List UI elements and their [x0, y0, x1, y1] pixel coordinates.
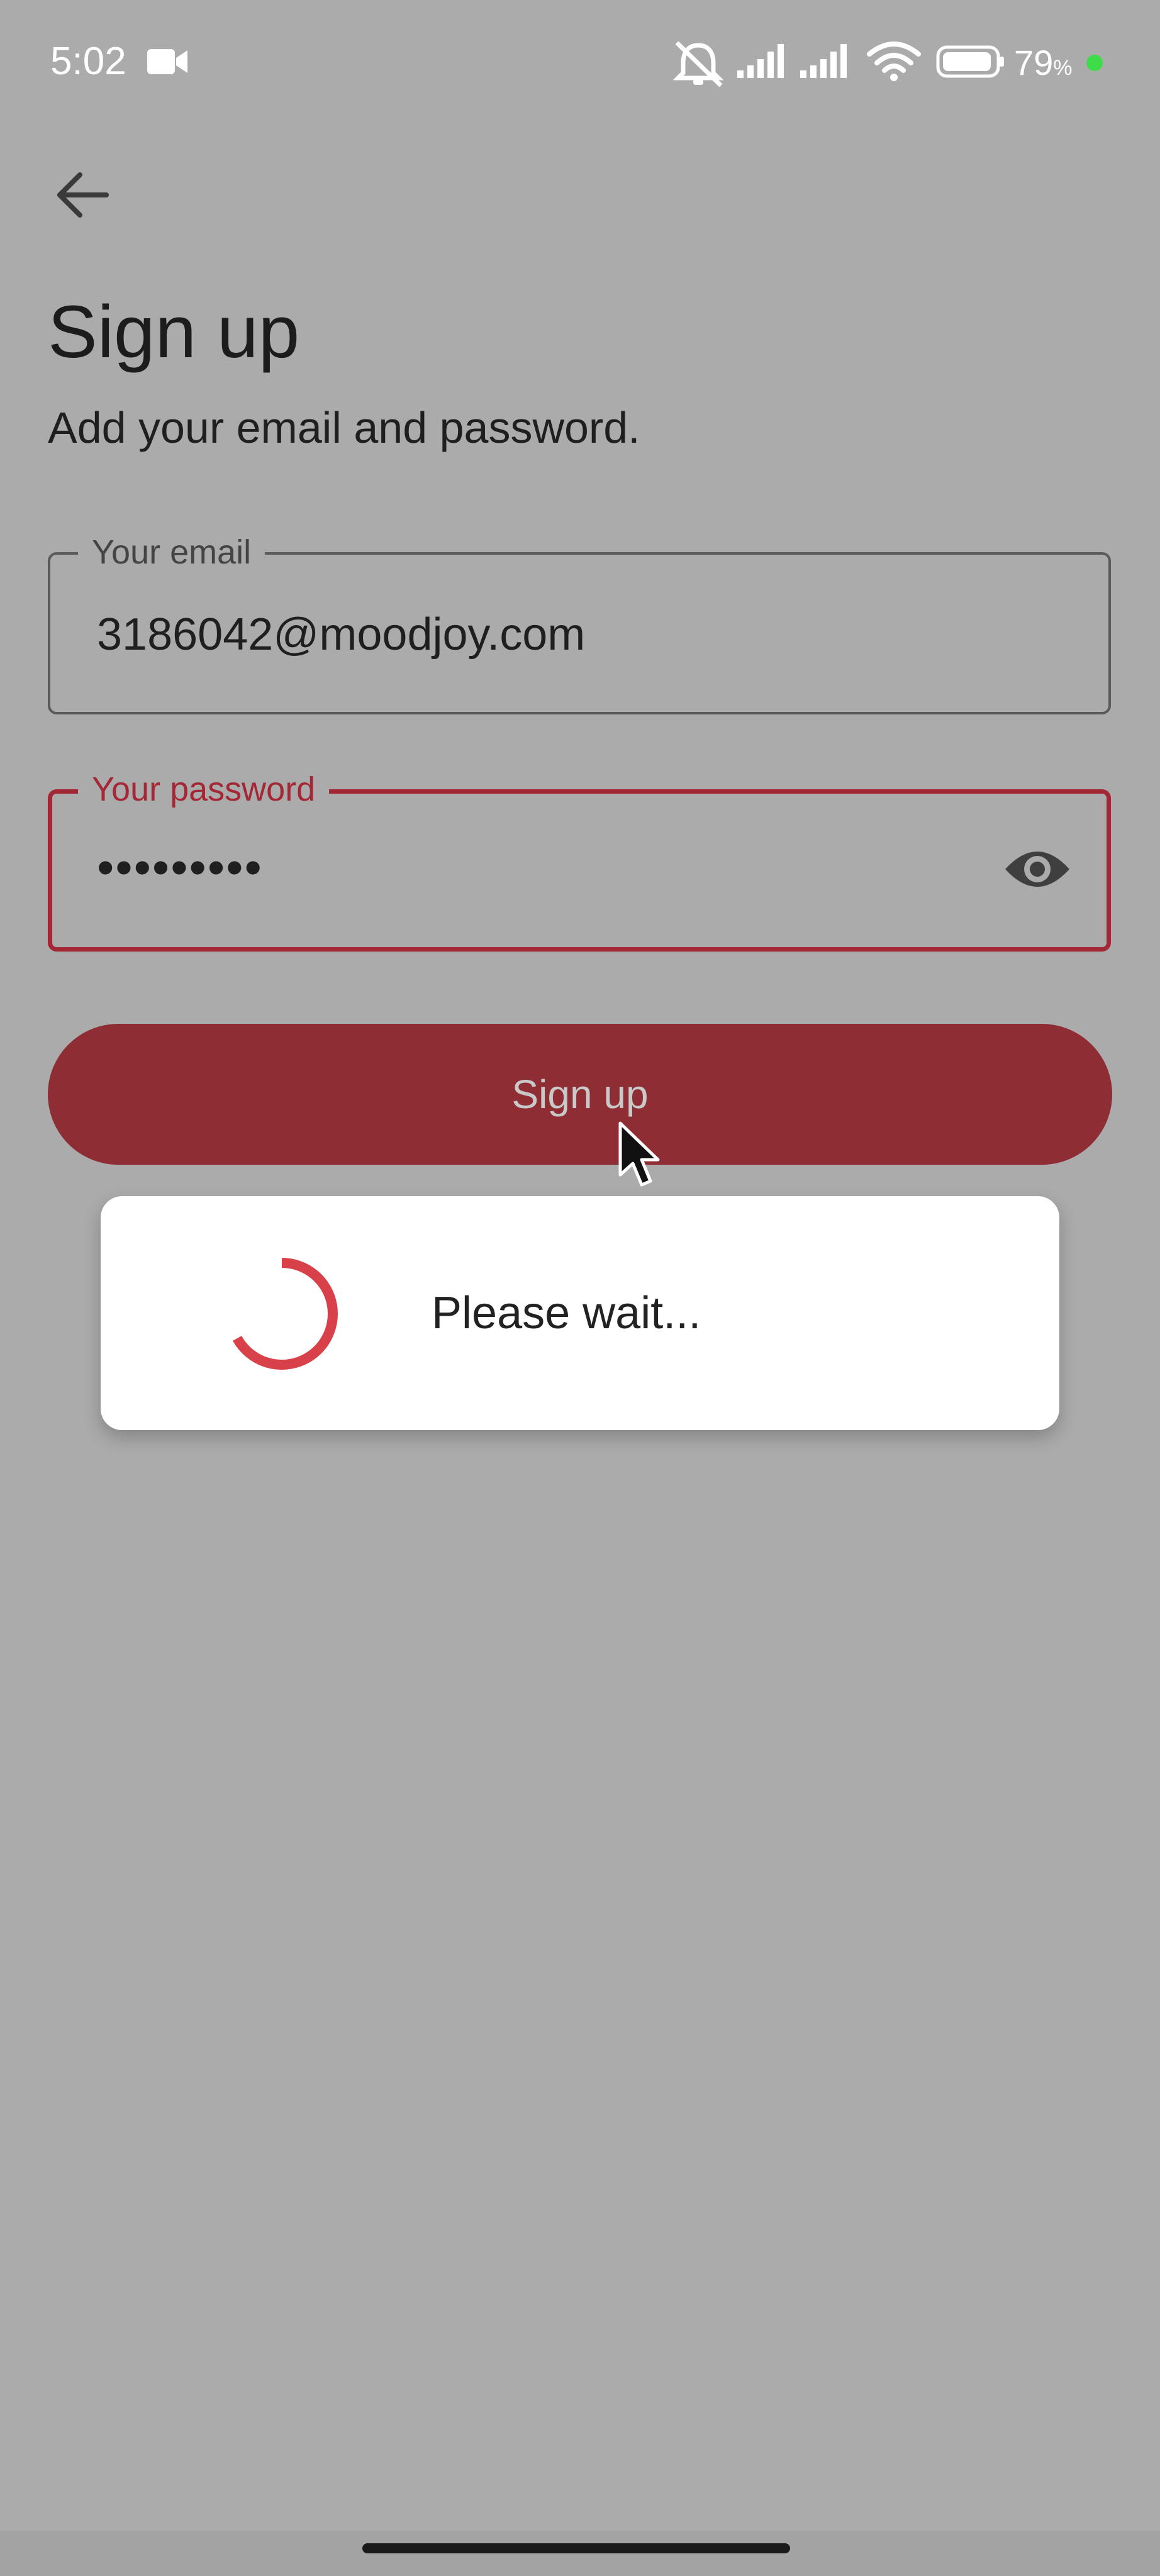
signal-icon: [737, 44, 784, 78]
signal-icon: [800, 44, 847, 78]
sign-up-button[interactable]: Sign up: [48, 1024, 1112, 1165]
home-indicator[interactable]: [362, 2543, 790, 2553]
email-field-value: 3186042@moodjoy.com: [97, 609, 586, 660]
password-field[interactable]: Your password •••••••••: [48, 767, 1111, 952]
navigation-bar: [0, 2531, 1160, 2576]
status-time: 5:02: [50, 40, 126, 83]
battery-percentage: 79%: [1014, 43, 1073, 82]
email-field-label: Your email: [78, 530, 265, 575]
email-field[interactable]: Your email 3186042@moodjoy.com: [48, 530, 1111, 714]
toggle-password-visibility-button[interactable]: [993, 825, 1081, 913]
page-subtitle: Add your email and password.: [48, 403, 640, 452]
password-field-label: Your password: [78, 767, 330, 812]
battery-icon: [936, 45, 1004, 78]
charging-dot-icon: [1086, 55, 1103, 71]
video-camera-icon: [147, 49, 187, 74]
arrow-back-icon: [57, 172, 109, 218]
back-button[interactable]: [44, 157, 120, 233]
eye-icon: [1005, 852, 1069, 887]
page-title: Sign up: [48, 291, 300, 374]
password-field-value: •••••••••: [97, 840, 263, 895]
alarm-off-icon: [672, 41, 724, 87]
loading-dialog: Please wait...: [101, 1196, 1059, 1430]
loading-spinner-icon: [232, 1258, 338, 1370]
mouse-cursor-icon: [618, 1121, 660, 1187]
loading-message: Please wait...: [432, 1288, 701, 1338]
wifi-icon: [867, 42, 921, 81]
